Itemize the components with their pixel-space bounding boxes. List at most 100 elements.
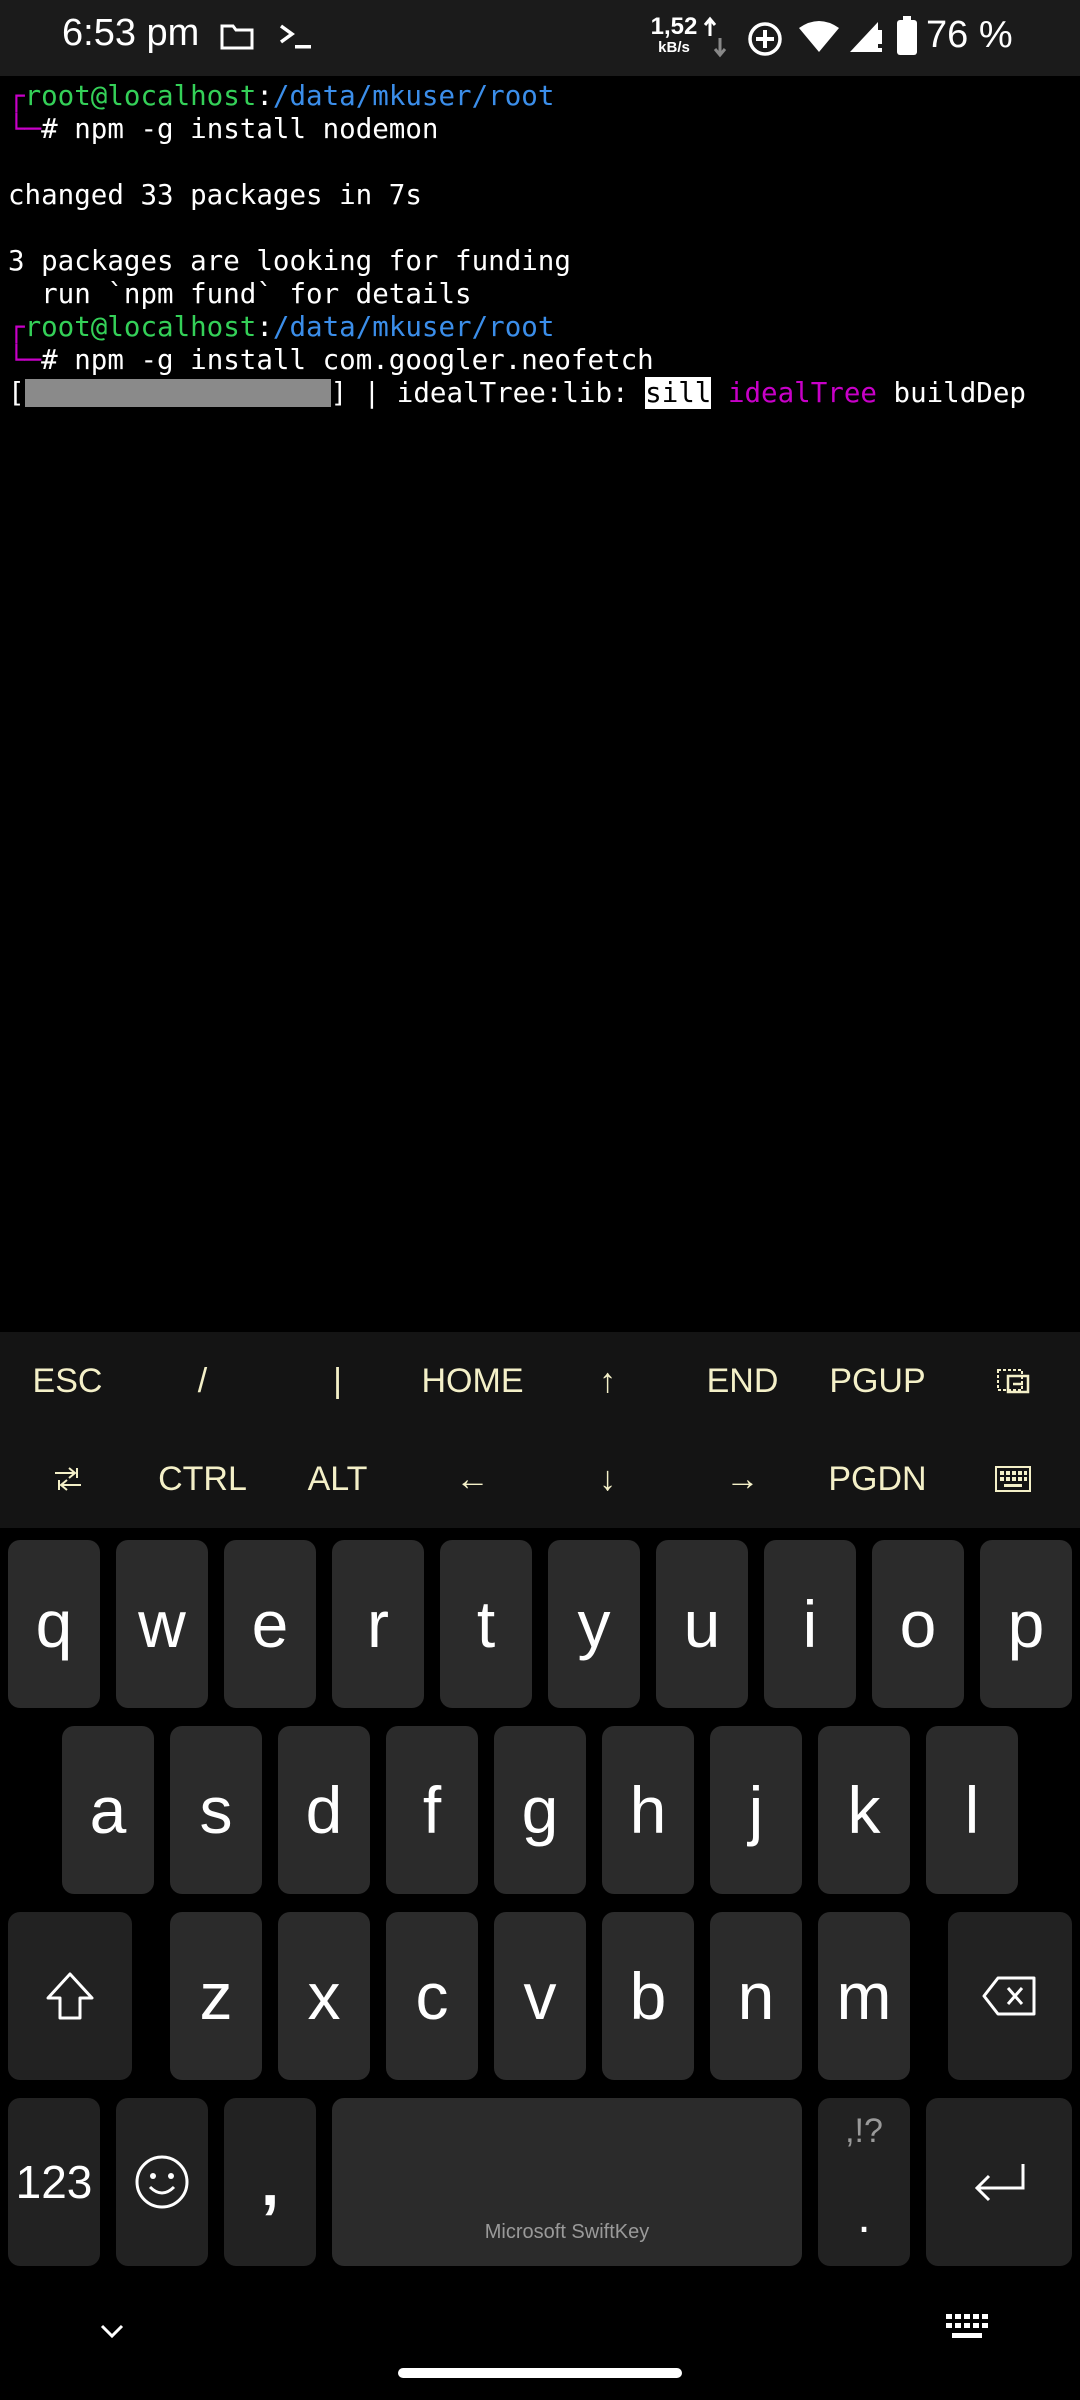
chevron-down-icon[interactable] — [92, 2312, 132, 2352]
battery-icon — [897, 16, 917, 55]
log-message: buildDep — [893, 377, 1026, 409]
left-arrow-key[interactable]: ← — [405, 1430, 540, 1528]
shift-key[interactable] — [8, 1912, 132, 2080]
backspace-key[interactable] — [948, 1912, 1072, 2080]
text-select-key[interactable] — [945, 1332, 1080, 1430]
command-line-2: └─# npm -g install com.googler.neofetch — [8, 344, 654, 376]
key-o[interactable]: o — [872, 1540, 964, 1708]
signal-icon — [850, 22, 882, 52]
soft-keyboard: q w e r t y u i o p a s d f g h j k l z … — [0, 1528, 1080, 2400]
key-r[interactable]: r — [332, 1540, 424, 1708]
numbers-key-label: 123 — [15, 2156, 93, 2208]
keyboard-toggle-key[interactable] — [945, 1430, 1080, 1528]
command-text: # npm -g install com.googler.neofetch — [41, 344, 654, 376]
numbers-key[interactable]: 123 — [8, 2098, 100, 2266]
pgdn-key[interactable]: PGDN — [810, 1430, 945, 1528]
prompt-separator: : — [256, 311, 273, 343]
key-b[interactable]: b — [602, 1912, 694, 2080]
home-gesture-handle[interactable] — [398, 2368, 682, 2378]
terminal-output[interactable]: ┌root@localhost:/data/mkuser/root └─# np… — [0, 76, 1080, 1332]
key-k[interactable]: k — [818, 1726, 910, 1894]
space-key[interactable]: Microsoft SwiftKey — [332, 2098, 802, 2266]
down-arrow-key[interactable]: ↓ — [540, 1430, 675, 1528]
comma-key[interactable]: , — [224, 2098, 316, 2266]
slash-key[interactable]: / — [135, 1332, 270, 1430]
right-arrow-key[interactable]: → — [675, 1430, 810, 1528]
prompt-path: /data/mkuser/root — [272, 311, 555, 343]
folder-icon — [220, 24, 254, 50]
tab-icon — [54, 1467, 81, 1491]
extra-keys-bar: ESC / | HOME ↑ END PGUP CTRL ALT ← ↓ → P… — [0, 1332, 1080, 1528]
key-g[interactable]: g — [494, 1726, 586, 1894]
key-m[interactable]: m — [818, 1912, 910, 2080]
punctuation-key[interactable]: ,!? . — [818, 2098, 910, 2266]
key-s[interactable]: s — [170, 1726, 262, 1894]
navigation-bar — [0, 2290, 1080, 2400]
command-text: # npm -g install nodemon — [41, 113, 439, 145]
emoji-key[interactable] — [116, 2098, 208, 2266]
key-e[interactable]: e — [224, 1540, 316, 1708]
network-speed-unit: kB/s — [658, 39, 690, 56]
key-c[interactable]: c — [386, 1912, 478, 2080]
key-h[interactable]: h — [602, 1726, 694, 1894]
text-select-icon — [996, 1369, 1029, 1394]
output-line: run `npm fund` for details — [8, 278, 472, 310]
keyboard-icon — [994, 1466, 1031, 1492]
key-f[interactable]: f — [386, 1726, 478, 1894]
progress-text: ] | idealTree:lib: — [330, 377, 646, 409]
keyboard-switch-icon[interactable] — [944, 2312, 992, 2348]
command-line-1: └─# npm -g install nodemon — [8, 113, 439, 145]
key-l[interactable]: l — [926, 1726, 1018, 1894]
key-w[interactable]: w — [116, 1540, 208, 1708]
key-p[interactable]: p — [980, 1540, 1072, 1708]
key-z[interactable]: z — [170, 1912, 262, 2080]
output-line: 3 packages are looking for funding — [8, 245, 571, 277]
key-v[interactable]: v — [494, 1912, 586, 2080]
key-j[interactable]: j — [710, 1726, 802, 1894]
pgup-key[interactable]: PGUP — [810, 1332, 945, 1430]
key-n[interactable]: n — [710, 1912, 802, 2080]
prompt-line-2: ┌root@localhost:/data/mkuser/root — [8, 311, 555, 343]
battery-percent: 76 % — [926, 14, 1013, 56]
data-arrows-icon — [703, 16, 727, 58]
key-y[interactable]: y — [548, 1540, 640, 1708]
enter-key[interactable] — [926, 2098, 1072, 2266]
prompt-separator: : — [256, 80, 273, 112]
prompt-user: root@localhost — [24, 311, 257, 343]
key-x[interactable]: x — [278, 1912, 370, 2080]
network-speed-value: 1,52 — [650, 13, 698, 40]
progress-bar — [24, 379, 331, 407]
key-i[interactable]: i — [764, 1540, 856, 1708]
prompt-path: /data/mkuser/root — [272, 80, 555, 112]
tab-key[interactable] — [0, 1430, 135, 1528]
up-arrow-key[interactable]: ↑ — [540, 1332, 675, 1430]
log-tag: idealTree — [727, 377, 877, 409]
prompt-user: root@localhost — [24, 80, 257, 112]
progress-bracket-open: [ — [8, 377, 25, 409]
space-key-label: Microsoft SwiftKey — [484, 2221, 650, 2243]
output-line: changed 33 packages in 7s — [8, 179, 422, 211]
terminal-prompt-icon — [279, 24, 311, 49]
shift-icon — [46, 1972, 94, 2020]
key-d[interactable]: d — [278, 1726, 370, 1894]
backspace-icon — [982, 1976, 1036, 2016]
network-speed: 1,52 kB/s — [650, 14, 698, 56]
pipe-key[interactable]: | — [270, 1332, 405, 1430]
alt-key[interactable]: ALT — [270, 1430, 405, 1528]
status-time: 6:53 pm — [62, 12, 200, 54]
esc-key[interactable]: ESC — [0, 1332, 135, 1430]
emoji-icon — [135, 2155, 189, 2209]
status-bar: 6:53 pm 1,52 kB/s 76 % — [0, 0, 1080, 76]
punctuation-hint: ,!? — [845, 2112, 883, 2150]
home-key[interactable]: HOME — [405, 1332, 540, 1430]
npm-progress-line: [ ] | idealTree:lib: sill idealTree build… — [8, 377, 1026, 410]
key-a[interactable]: a — [62, 1726, 154, 1894]
key-q[interactable]: q — [8, 1540, 100, 1708]
key-t[interactable]: t — [440, 1540, 532, 1708]
end-key[interactable]: END — [675, 1332, 810, 1430]
ctrl-key[interactable]: CTRL — [135, 1430, 270, 1528]
sync-icon — [748, 22, 782, 56]
log-level-badge: sill — [645, 377, 712, 409]
period-label: . — [857, 2190, 871, 2243]
key-u[interactable]: u — [656, 1540, 748, 1708]
